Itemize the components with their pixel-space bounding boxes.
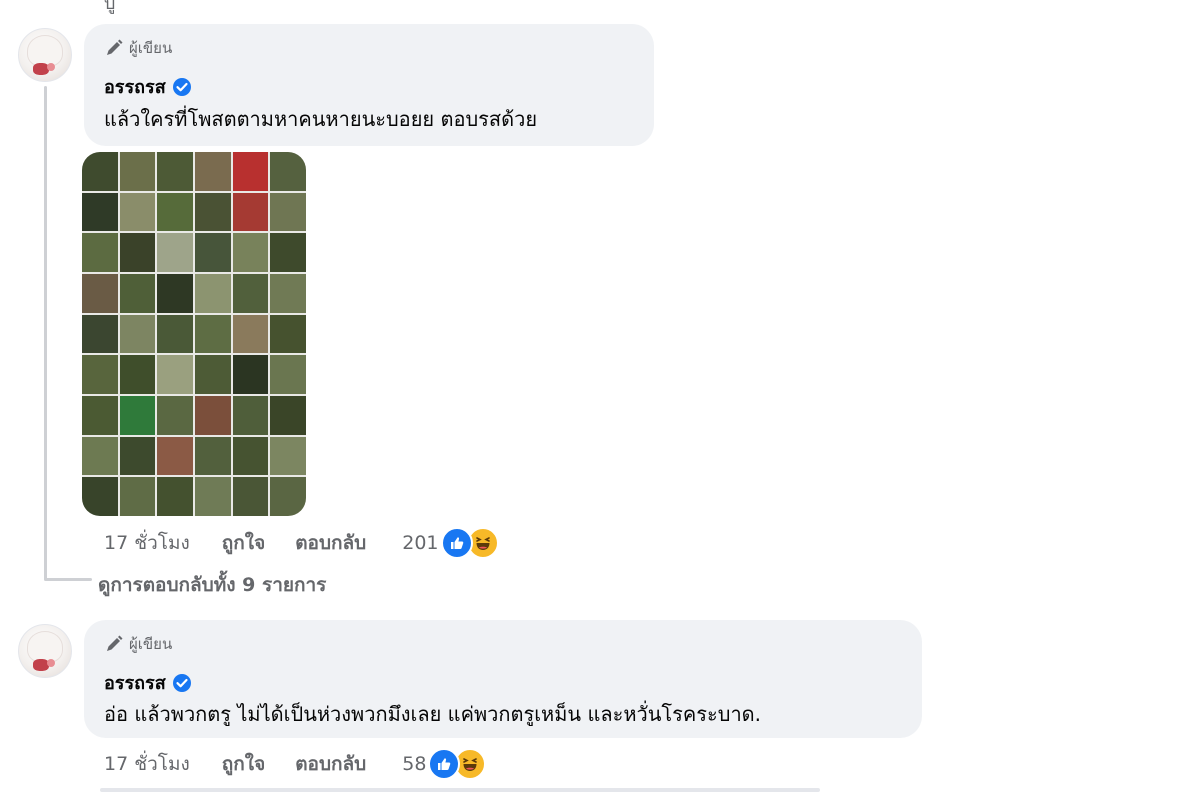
verified-badge-icon [172, 673, 191, 692]
comment-timestamp[interactable]: 17 ชั่วโมง [104, 528, 190, 558]
reply-thread-connector [44, 578, 92, 581]
pencil-icon [107, 39, 123, 55]
reaction-count: 201 [402, 532, 439, 554]
previous-comment-fragment: บู [104, 0, 116, 14]
avatar-hair [27, 631, 63, 663]
comment-actions: 17 ชั่วโมง ถูกใจ ตอบกลับ 201 [104, 527, 499, 559]
reaction-summary[interactable]: 58 [402, 748, 487, 780]
avatar-hair [27, 35, 63, 67]
reply-link[interactable]: ตอบกลับ [295, 749, 366, 779]
comment-photo[interactable] [82, 152, 306, 516]
photo-collage [82, 152, 306, 516]
comment-actions: 17 ชั่วโมง ถูกใจ ตอบกลับ 58 [104, 748, 487, 780]
comment-timestamp[interactable]: 17 ชั่วโมง [104, 749, 190, 779]
reaction-summary[interactable]: 201 [402, 527, 499, 559]
view-replies-link[interactable]: ดูการตอบกลับทั้ง 9 รายการ [98, 570, 326, 600]
pencil-icon [107, 635, 123, 651]
reply-thread-line [44, 86, 47, 580]
author-name-row: อรรถรส [104, 72, 192, 101]
like-link[interactable]: ถูกใจ [222, 749, 265, 779]
reply-link[interactable]: ตอบกลับ [295, 528, 366, 558]
author-badge-label: ผู้เขียน [129, 635, 173, 653]
author-name-row: อรรถรส [104, 668, 192, 697]
reaction-count: 58 [402, 753, 427, 775]
comment-text: แล้วใครที่โพสตตามหาคนหายนะบอยย ตอบรสด้วย [104, 107, 538, 131]
author-avatar[interactable] [18, 624, 72, 678]
comment-text: อ่อ แล้วพวกตรู ไม่ได้เป็นห่วงพวกมึงเลย แ… [104, 702, 762, 726]
like-link[interactable]: ถูกใจ [222, 528, 265, 558]
author-badge-label: ผู้เขียน [129, 39, 173, 57]
like-icon [440, 527, 473, 559]
avatar-bow-detail [47, 659, 55, 667]
author-badge: ผู้เขียน [104, 36, 172, 60]
verified-badge-icon [172, 77, 191, 96]
author-name[interactable]: อรรถรส [104, 668, 166, 697]
avatar-bow-detail [47, 63, 55, 71]
author-badge: ผู้เขียน [104, 632, 172, 656]
author-name[interactable]: อรรถรส [104, 72, 166, 101]
author-avatar[interactable] [18, 28, 72, 82]
like-icon [428, 748, 461, 780]
next-comment-fragment [100, 788, 820, 792]
